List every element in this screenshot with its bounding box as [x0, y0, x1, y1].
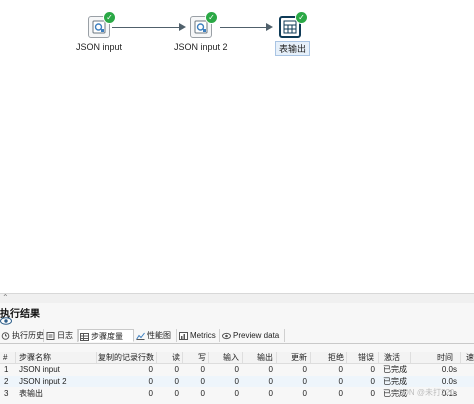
input: 0	[234, 377, 239, 386]
success-check-icon: ✓	[103, 11, 116, 24]
written: 0	[200, 377, 205, 386]
tab-performance-chart[interactable]: 性能图	[135, 329, 177, 342]
column-header[interactable]: 速	[466, 352, 474, 363]
history-icon	[1, 332, 10, 340]
written: 0	[200, 389, 205, 398]
row-index: 1	[4, 365, 9, 374]
success-check-icon: ✓	[295, 11, 308, 24]
read: 0	[174, 389, 179, 398]
hop-line[interactable]	[112, 27, 180, 28]
success-check-icon: ✓	[205, 11, 218, 24]
rejected: 0	[338, 377, 343, 386]
tab-label: 性能图	[147, 331, 171, 340]
errors: 0	[370, 365, 375, 374]
eye-icon	[222, 332, 231, 340]
updated: 0	[302, 389, 307, 398]
tab-step-metrics[interactable]: 步骤度量	[78, 329, 134, 342]
json-input-icon	[194, 20, 208, 34]
step-name: 表输出	[19, 389, 43, 398]
read: 0	[174, 365, 179, 374]
tab-metrics[interactable]: Metrics	[178, 329, 220, 342]
hop-arrow-icon	[266, 23, 273, 31]
status: 已完成	[383, 377, 407, 386]
step-name: JSON input	[19, 365, 60, 374]
time: 0.0s	[441, 377, 457, 386]
column-header[interactable]: 复制的记录行数	[98, 352, 158, 363]
tab-label: 步骤度量	[91, 332, 123, 341]
eye-icon[interactable]	[0, 317, 12, 325]
tab-label: 日志	[57, 331, 73, 340]
perf-chart-icon	[136, 332, 145, 340]
step-name: JSON input 2	[19, 377, 67, 386]
copies: 0	[148, 389, 153, 398]
written: 0	[200, 365, 205, 374]
column-header[interactable]: 错误	[358, 352, 378, 363]
copies: 0	[148, 377, 153, 386]
output: 0	[268, 377, 273, 386]
updated: 0	[302, 377, 307, 386]
column-header[interactable]: 步骤名称	[19, 352, 79, 363]
collapse-chevron-icon[interactable]: ⌃	[2, 293, 9, 302]
rejected: 0	[338, 365, 343, 374]
row-index: 2	[4, 377, 9, 386]
row-index: 3	[4, 389, 9, 398]
column-header[interactable]: 激活	[384, 352, 404, 363]
input: 0	[234, 365, 239, 374]
step-label: 表输出	[275, 41, 311, 56]
updated: 0	[302, 365, 307, 374]
column-header[interactable]: 更新	[291, 352, 311, 363]
metrics-grid-icon	[80, 333, 89, 341]
column-header[interactable]: #	[3, 352, 13, 363]
panel-splitter[interactable]: ⌃	[0, 293, 474, 303]
column-header[interactable]: 时间	[437, 352, 457, 363]
hop-arrow-icon	[179, 23, 186, 31]
output: 0	[268, 365, 273, 374]
column-header[interactable]: 输出	[257, 352, 277, 363]
metrics-icon	[179, 332, 188, 340]
column-header[interactable]: 拒绝	[328, 352, 348, 363]
read: 0	[174, 377, 179, 386]
step-label: JSON input	[76, 42, 123, 52]
time: 0.0s	[441, 365, 457, 374]
step-label: JSON input 2	[174, 42, 228, 52]
json-input-icon	[92, 20, 106, 34]
errors: 0	[370, 389, 375, 398]
status: 已完成	[383, 365, 407, 374]
log-icon	[46, 332, 55, 340]
table-header-row: # 步骤名称 复制的记录行数 读 写 输入 输出 更新 拒绝 错误 激活 时间 …	[0, 352, 474, 364]
transformation-canvas[interactable]: ✓ JSON input ✓ JSON input 2 ✓ 表输出	[0, 0, 474, 293]
hop-line[interactable]	[220, 27, 267, 28]
tab-log[interactable]: 日志	[45, 329, 78, 342]
output: 0	[268, 389, 273, 398]
results-tab-bar: 执行历史 日志 步骤度量 性能图 Metrics Preview data	[0, 329, 474, 344]
tab-label: 执行历史	[12, 331, 44, 340]
tab-preview-data[interactable]: Preview data	[221, 329, 285, 342]
copies: 0	[148, 365, 153, 374]
tab-label: Preview data	[233, 331, 280, 340]
watermark: CSDN @未打220	[392, 388, 455, 397]
column-header[interactable]: 输入	[223, 352, 243, 363]
errors: 0	[370, 377, 375, 386]
table-row[interactable]: 2 JSON input 2 0 0 0 0 0 0 0 0 已完成 0.0s	[0, 376, 474, 387]
table-output-icon	[283, 20, 297, 34]
tab-execution-history[interactable]: 执行历史	[0, 329, 44, 342]
input: 0	[234, 389, 239, 398]
tab-label: Metrics	[190, 331, 216, 340]
table-row[interactable]: 1 JSON input 0 0 0 0 0 0 0 0 已完成 0.0s	[0, 364, 474, 375]
rejected: 0	[338, 389, 343, 398]
